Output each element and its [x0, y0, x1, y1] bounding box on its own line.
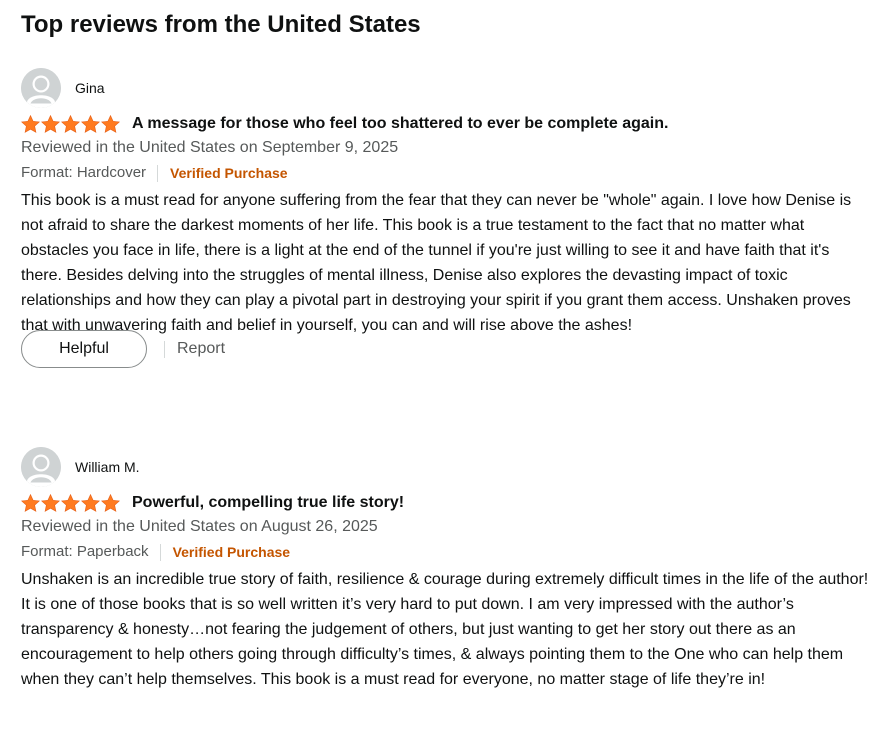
filled-star-icon — [81, 494, 100, 512]
review-body: This book is a must read for anyone suff… — [21, 192, 852, 334]
filled-star-icon — [41, 494, 60, 512]
helpful-button[interactable]: Helpful — [21, 330, 147, 368]
reviewer-profile[interactable]: William M. — [21, 447, 140, 487]
format-label[interactable]: Format: Hardcover — [21, 162, 146, 184]
review-title-row: Powerful, compelling true life story! — [21, 492, 404, 514]
divider — [164, 340, 165, 358]
reviewer-profile[interactable]: Gina — [21, 68, 105, 108]
report-link[interactable]: Report — [177, 338, 225, 360]
default-user-avatar-icon[interactable] — [21, 447, 61, 487]
format-label[interactable]: Format: Paperback — [21, 541, 149, 563]
star-rating[interactable] — [21, 115, 121, 133]
filled-star-icon — [101, 115, 120, 133]
filled-star-icon — [21, 494, 40, 512]
review-title[interactable]: Powerful, compelling true life story! — [132, 492, 404, 514]
verified-purchase-badge: Verified Purchase — [172, 544, 291, 560]
default-user-avatar-icon[interactable] — [21, 68, 61, 108]
divider — [159, 543, 161, 561]
section-title: Top reviews from the United States — [21, 11, 421, 38]
review-date: Reviewed in the United States on August … — [21, 518, 378, 535]
review-title[interactable]: A message for those who feel too shatter… — [132, 113, 668, 135]
reviewer-name[interactable]: William M. — [75, 457, 140, 477]
filled-star-icon — [41, 115, 60, 133]
filled-star-icon — [61, 494, 80, 512]
review-format-row: Format: Hardcover Verified Purchase — [21, 162, 288, 184]
review-format-row: Format: Paperback Verified Purchase — [21, 541, 290, 563]
review-title-row: A message for those who feel too shatter… — [21, 113, 668, 135]
review-body: Unshaken is an incredible true story of … — [21, 571, 869, 688]
filled-star-icon — [21, 115, 40, 133]
review-actions: Helpful Report — [21, 330, 225, 368]
review-date: Reviewed in the United States on Septemb… — [21, 139, 399, 156]
star-rating[interactable] — [21, 494, 121, 512]
verified-purchase-badge: Verified Purchase — [170, 165, 288, 181]
filled-star-icon — [101, 494, 120, 512]
reviewer-name[interactable]: Gina — [75, 78, 105, 98]
divider — [157, 164, 159, 182]
filled-star-icon — [61, 115, 80, 133]
filled-star-icon — [81, 115, 100, 133]
